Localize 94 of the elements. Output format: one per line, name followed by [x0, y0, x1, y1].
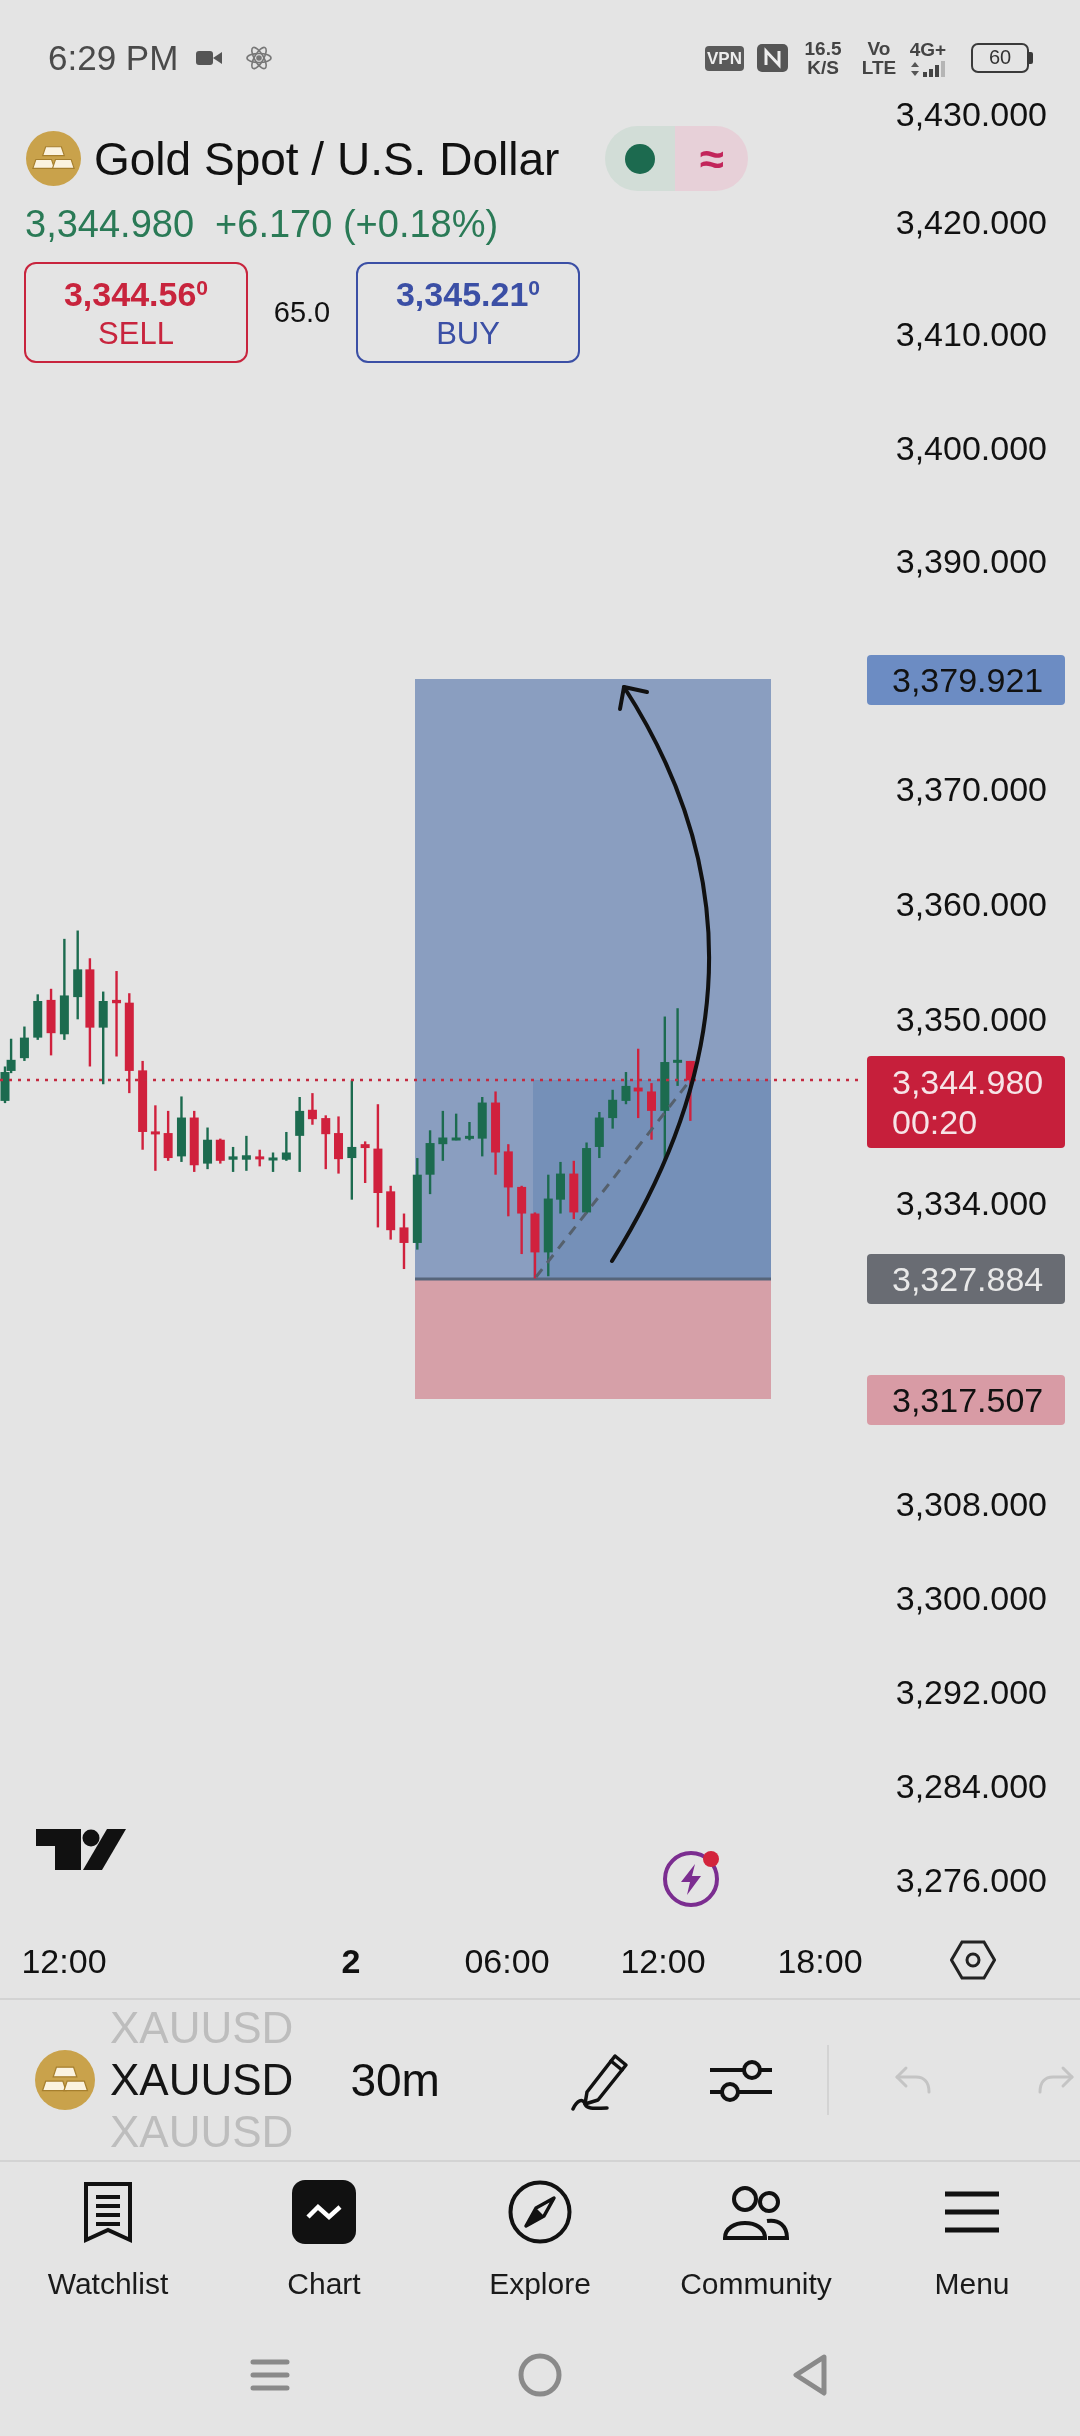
price-axis-label: 3,360.000: [895, 886, 1047, 922]
home-icon[interactable]: [518, 2353, 562, 2397]
back-icon[interactable]: [792, 2353, 828, 2397]
time-axis-label: 12:00: [620, 1941, 706, 1982]
nav-tab[interactable]: Explore: [432, 2162, 648, 2330]
candle: [477, 1097, 487, 1157]
price-axis-label: 3,284.000: [895, 1768, 1047, 1804]
candle: [647, 1083, 656, 1140]
ingot-icon: [26, 131, 81, 186]
candle: [569, 1160, 579, 1220]
price-change: +6.170 (+0.18%): [215, 202, 499, 246]
price-axis-label: 3,308.000: [895, 1486, 1047, 1522]
sell-button[interactable]: 3,344.56$^{0}$ SELL: [24, 262, 248, 363]
tag-price: 3,327.884: [892, 1259, 1045, 1299]
price-axis-label: 3,400.000: [895, 430, 1047, 466]
battery-indicator: 60: [971, 43, 1033, 73]
nav-tab[interactable]: Watchlist: [0, 2162, 216, 2330]
countdown-timer: 00:20: [892, 1102, 979, 1142]
tag-price: 3,344.980: [892, 1062, 1045, 1102]
candle: [6, 1038, 16, 1074]
candle: [530, 1212, 540, 1279]
volte-indicator: Vo LTE: [860, 39, 898, 77]
candle: [215, 1138, 225, 1164]
candle: [176, 1096, 186, 1162]
atom-icon: [246, 45, 273, 71]
nav-tab[interactable]: Chart: [216, 2162, 432, 2330]
candle: [633, 1048, 643, 1119]
candle: [438, 1110, 448, 1161]
candle: [281, 1131, 291, 1161]
candle: [321, 1115, 331, 1170]
lightning-icon[interactable]: [660, 1848, 722, 1910]
status-time: 6:29 PM: [48, 38, 179, 78]
candle: [33, 994, 43, 1040]
candle: [360, 1141, 370, 1183]
price-axis-label: 3,350.000: [895, 1001, 1047, 1037]
ingot-icon: [35, 2050, 95, 2110]
dot-icon: [625, 143, 656, 174]
candle: [556, 1161, 565, 1214]
candle: [19, 1026, 29, 1061]
buy-button[interactable]: 3,345.21$^{0}$ BUY: [356, 262, 580, 363]
candle: [425, 1130, 435, 1195]
price-axis-label: 3,300.000: [895, 1580, 1047, 1616]
candle: [582, 1142, 592, 1214]
candle: [685, 1060, 695, 1121]
candle: [203, 1127, 213, 1170]
time-axis-label: 18:00: [777, 1941, 863, 1982]
candle: [0, 1066, 10, 1104]
time-axis-label: 2: [341, 1941, 361, 1982]
last-price: 3,344.980: [25, 202, 195, 246]
video-camera-icon: [196, 49, 223, 67]
candle: [189, 1110, 199, 1172]
candle: [621, 1072, 631, 1105]
symbol-option[interactable]: XAUUSD: [110, 2054, 294, 2106]
candle: [594, 1112, 604, 1159]
tag-price: 3,379.921: [892, 660, 1045, 700]
price-axis-label: 3,430.000: [895, 96, 1047, 132]
price-axis-label: 3,292.000: [895, 1674, 1047, 1710]
nav-tab[interactable]: Menu: [864, 2162, 1080, 2330]
candle: [150, 1105, 160, 1171]
spread-value: 65.0: [272, 296, 332, 329]
candle: [451, 1113, 461, 1141]
time-axis-label: 12:00: [21, 1941, 107, 1982]
candle: [465, 1122, 474, 1141]
interval-selector[interactable]: 30m: [350, 2053, 440, 2107]
candle: [386, 1185, 396, 1240]
candle: [517, 1185, 527, 1255]
candle: [399, 1213, 409, 1270]
candle: [608, 1089, 618, 1129]
price-axis-label: 3,390.000: [895, 543, 1047, 579]
candle: [334, 1116, 343, 1174]
candle: [307, 1093, 317, 1125]
network-type: 4G+: [909, 39, 947, 59]
price-axis-label: 3,276.000: [895, 1862, 1047, 1898]
price-axis-label: 3,334.000: [895, 1185, 1047, 1221]
vpn-indicator: VPN: [705, 45, 744, 71]
signal-icon: [909, 60, 947, 77]
recents-icon[interactable]: [250, 2357, 290, 2393]
candle: [163, 1110, 173, 1161]
tag-price: 3,317.507: [892, 1380, 1045, 1420]
candle: [268, 1152, 278, 1172]
price-axis-label: 3,420.000: [895, 204, 1047, 240]
time-axis-label: 06:00: [464, 1941, 550, 1982]
price-axis-label: 3,370.000: [895, 771, 1047, 807]
candle: [241, 1135, 251, 1171]
symbol-title: Gold Spot / U.S. Dollar: [94, 131, 560, 186]
candle: [255, 1149, 265, 1167]
nav-tab[interactable]: Community: [648, 2162, 864, 2330]
candle: [228, 1146, 238, 1172]
network-speed: 16.5 K/S: [803, 39, 843, 77]
price-axis-label: 3,410.000: [895, 316, 1047, 352]
nfc-icon: [757, 44, 788, 72]
settings-icon[interactable]: [950, 1940, 996, 1980]
delay-mark: ≈: [699, 136, 724, 181]
candle: [46, 988, 56, 1056]
